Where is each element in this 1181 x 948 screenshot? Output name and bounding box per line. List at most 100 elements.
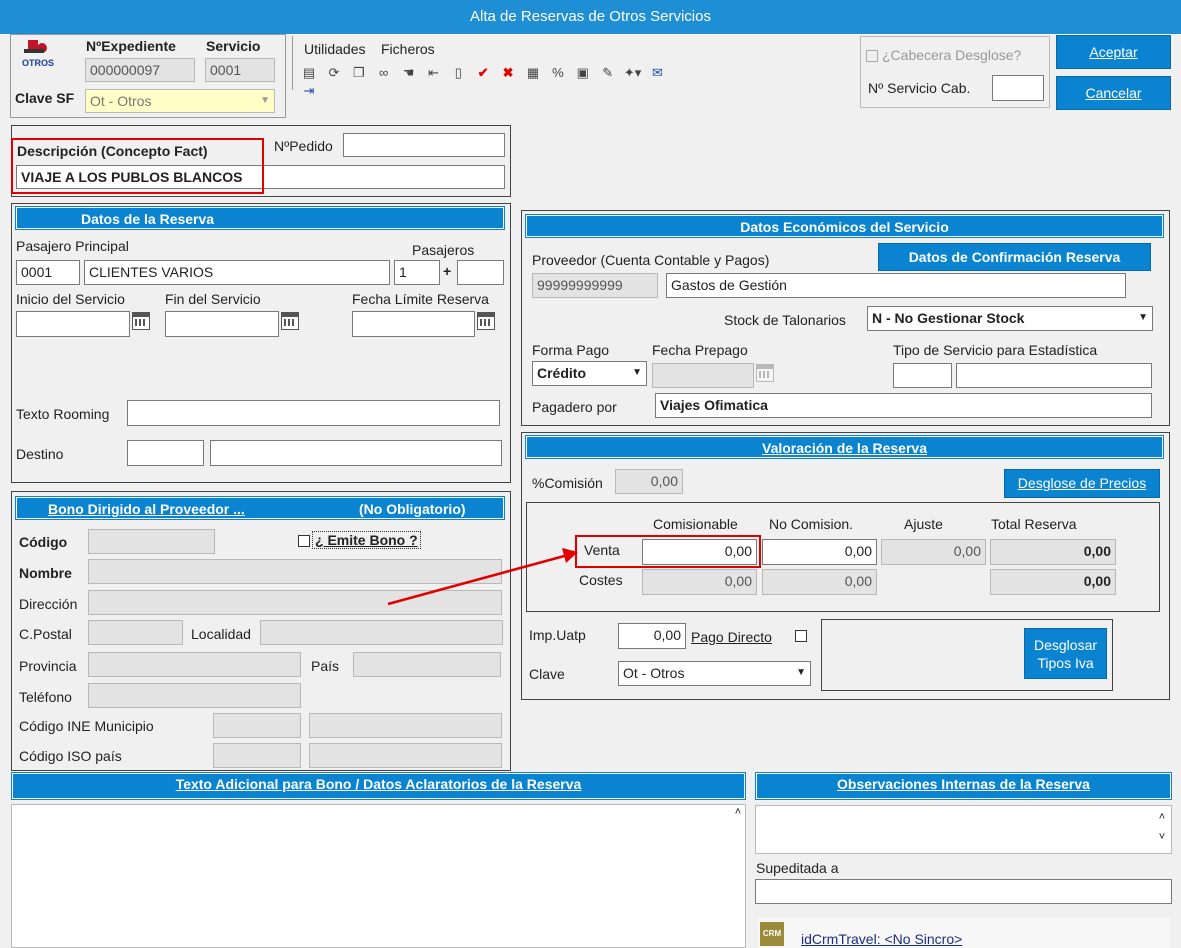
grid-icon[interactable]: ▦ [524,64,542,82]
calculator-icon[interactable]: ▣ [574,64,592,82]
supeditada-input[interactable] [755,879,1172,904]
calendar-icon[interactable] [477,312,495,330]
binoculars-icon[interactable]: ∞ [375,64,393,82]
document-icon[interactable]: ▯ [449,64,467,82]
mail-icon[interactable]: ✉ [648,64,666,82]
save-icon[interactable]: ▤ [300,64,318,82]
forma-pago-select[interactable]: Crédito ▼ [532,361,647,386]
percent-icon[interactable]: % [549,64,567,82]
clave-sf-value: Ot - Otros [90,93,152,109]
bono-iso-code-input[interactable] [213,743,301,768]
proveedor-code-input[interactable]: 99999999999 [532,273,658,298]
desglosar-line1: Desglosar [1033,637,1098,653]
localidad-label: Localidad [191,626,251,642]
pasajero-name-input[interactable]: CLIENTES VARIOS [84,260,390,285]
pasajeros-input[interactable]: 1 [394,260,440,285]
cabecera-checkbox[interactable] [866,50,878,62]
wand-dropdown-icon[interactable]: ✦▾ [624,64,642,82]
chevron-down-icon[interactable]: ˅ [1155,827,1169,847]
calendar-icon[interactable] [281,312,299,330]
pago-directo-label: Pago Directo [691,629,772,645]
refresh-icon[interactable]: ⟳ [325,64,343,82]
venta-ajuste-input[interactable]: 0,00 [881,539,986,565]
chevron-up-icon[interactable]: ˄ [1155,807,1169,827]
tipo-servicio-code-input[interactable] [893,363,952,388]
cancelar-button[interactable]: Cancelar [1056,76,1171,110]
servicio-field[interactable]: 0001 [205,58,275,82]
bono-pais-input[interactable] [353,652,501,677]
clave-value: Ot - Otros [623,665,685,681]
inicio-input[interactable] [16,311,130,337]
rooming-input[interactable] [127,400,500,426]
pasajero-code-input[interactable]: 0001 [16,260,80,285]
ine-label: Código INE Municipio [19,718,154,734]
limite-input[interactable] [352,311,475,337]
bono-localidad-input[interactable] [260,620,503,645]
check-icon[interactable]: ✔ [474,64,492,82]
proveedor-label: Proveedor (Cuenta Contable y Pagos) [532,252,770,268]
close-icon[interactable]: ✖ [499,64,517,82]
forma-pago-label: Forma Pago [532,342,610,358]
bono-ine-code-input[interactable] [213,713,301,738]
texto-adicional-scrollbar[interactable]: ˄ [731,806,745,948]
bono-telefono-input[interactable] [88,683,301,708]
menu-utilidades[interactable]: Utilidades [304,41,365,57]
pasajeros-extra-input[interactable] [457,260,504,285]
imp-uatp-input[interactable]: 0,00 [618,623,686,649]
menu-ficheros[interactable]: Ficheros [381,41,435,57]
pedido-label: NºPedido [274,138,333,154]
clave-sf-label: Clave SF [15,90,75,106]
chevron-up-icon[interactable]: ˄ [731,806,745,818]
proveedor-name-input[interactable]: Gastos de Gestión [666,273,1126,298]
costes-no-comision-input[interactable]: 0,00 [762,569,877,595]
destino-name-input[interactable] [210,440,502,466]
observaciones-scrollbar[interactable]: ˄ ˅ [1155,807,1169,852]
fin-input[interactable] [165,311,279,337]
confirmacion-button[interactable]: Datos de Confirmación Reserva [878,243,1151,271]
comision-input[interactable]: 0,00 [615,469,683,494]
calendar-icon[interactable] [756,364,774,382]
venta-no-comision-input[interactable]: 0,00 [762,539,877,565]
bono-codigo-input[interactable] [88,529,215,554]
expediente-field[interactable]: 000000097 [85,58,195,82]
emite-bono-checkbox[interactable] [298,535,310,547]
tipo-servicio-name-input[interactable] [956,363,1152,388]
stock-value: N - No Gestionar Stock [872,310,1025,326]
texto-adicional-textarea[interactable] [11,804,746,948]
chevron-down-icon: ▼ [1138,312,1148,323]
costes-comisionable-input[interactable]: 0,00 [642,569,757,595]
copy-icon[interactable]: ❐ [350,64,368,82]
fecha-prepago-input[interactable] [652,363,754,388]
pagadero-input[interactable]: Viajes Ofimatica [655,393,1152,418]
otros-logo: OTROS [22,38,56,70]
crm-link[interactable]: idCrmTravel: <No Sincro> [801,931,962,947]
codigo-label: Código [19,534,68,550]
bono-provincia-input[interactable] [88,652,301,677]
bono-ine-name-input[interactable] [309,713,502,738]
venta-total-input[interactable]: 0,00 [990,539,1116,565]
clave-select[interactable]: Ot - Otros ▼ [618,661,811,686]
bono-iso-name-input[interactable] [309,743,502,768]
hand-icon[interactable]: ☚ [400,64,418,82]
stock-select[interactable]: N - No Gestionar Stock ▼ [867,306,1153,331]
annotation-box-descripcion [11,138,264,194]
observaciones-textarea[interactable] [755,805,1172,854]
list-back-icon[interactable]: ⇤ [424,64,442,82]
direccion-label: Dirección [19,596,78,612]
clave-sf-select[interactable]: Ot - Otros ▼ [85,89,275,113]
pago-directo-checkbox[interactable] [795,630,807,642]
costes-total-input[interactable]: 0,00 [990,569,1116,595]
pasajeros-plus: + [443,263,452,279]
desglosar-tipos-iva-button[interactable]: Desglosar Tipos Iva [1024,628,1107,679]
servicio-cab-input[interactable] [992,75,1044,101]
notes-icon[interactable]: ✎ [599,64,617,82]
exit-icon[interactable]: ⇥ [300,82,318,100]
chevron-down-icon: ▼ [260,95,270,106]
calendar-icon[interactable] [132,312,150,330]
desglose-precios-button[interactable]: Desglose de Precios [1004,469,1160,498]
aceptar-button[interactable]: Aceptar [1056,35,1171,69]
pedido-input[interactable] [343,133,505,157]
bono-cpostal-input[interactable] [88,620,183,645]
destino-code-input[interactable] [127,440,204,466]
annotation-arrow [387,548,578,606]
